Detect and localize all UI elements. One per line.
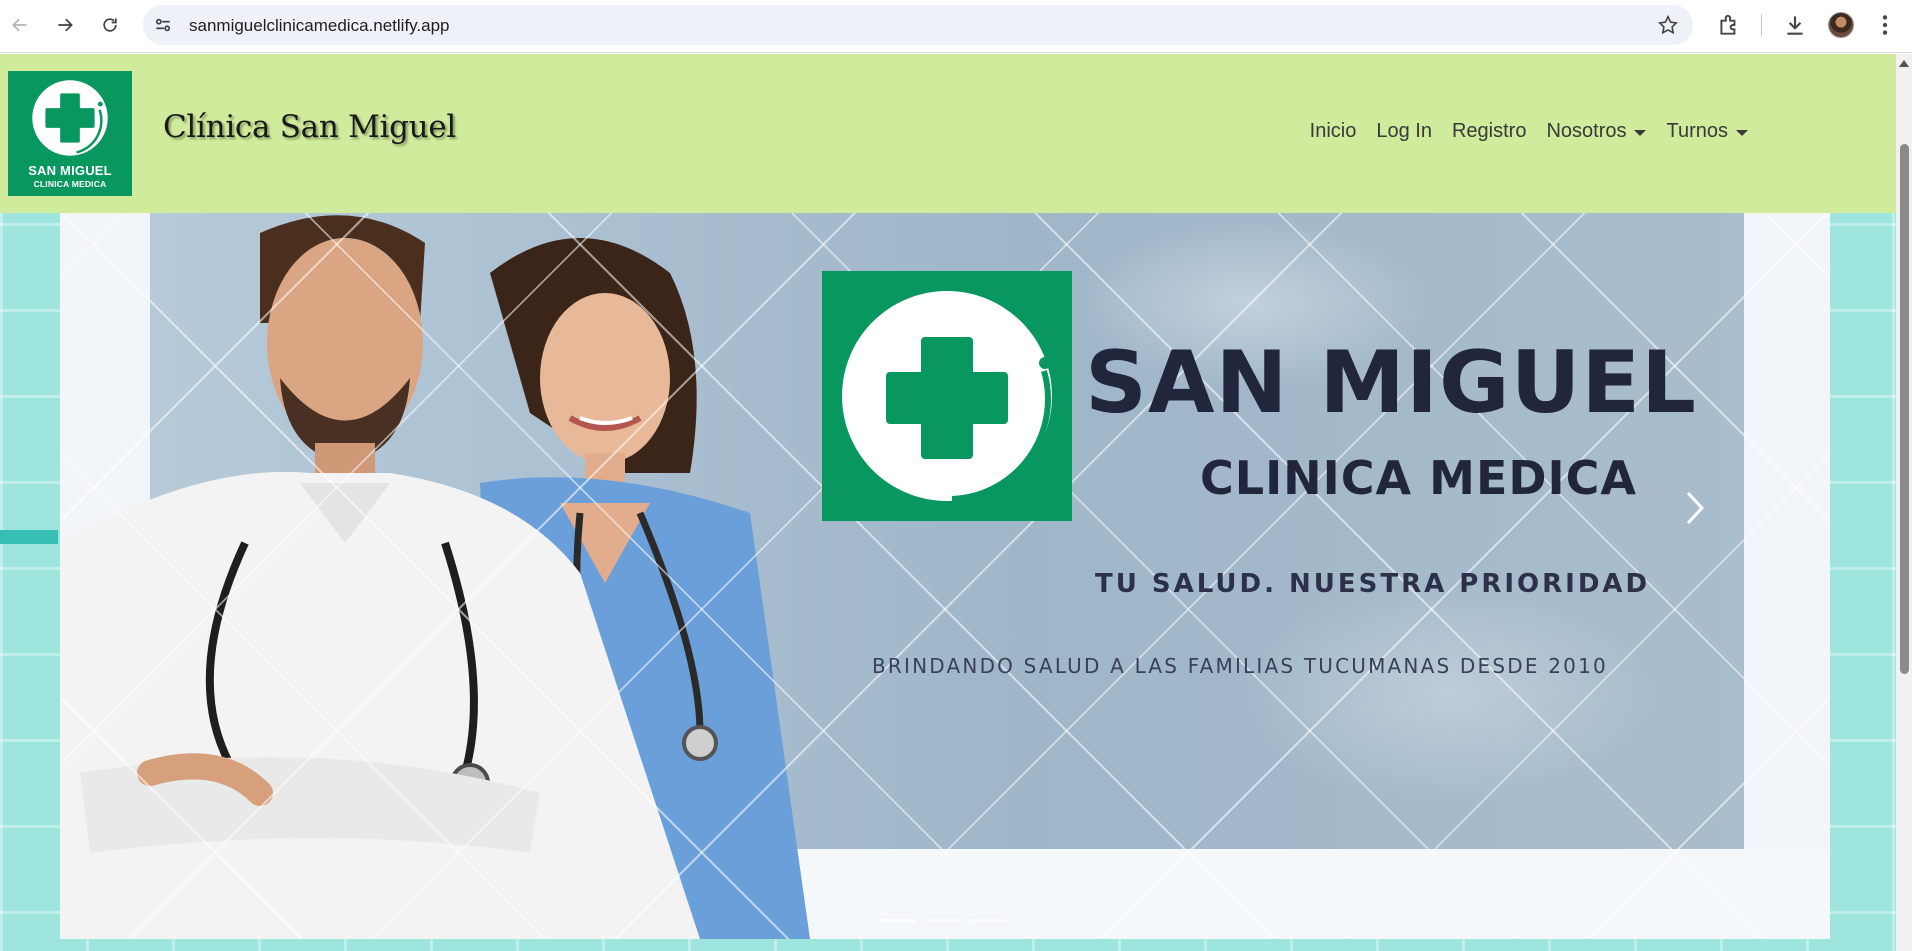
nav-login[interactable]: Log In <box>1376 120 1432 143</box>
caret-down-icon <box>1736 129 1748 136</box>
nav-nosotros-label: Nosotros <box>1546 120 1627 142</box>
scroll-thumb[interactable] <box>1900 144 1909 674</box>
reload-icon[interactable] <box>94 9 126 41</box>
doctors-photo <box>60 215 810 939</box>
medical-cross-icon <box>32 80 108 156</box>
nav-inicio[interactable]: Inicio <box>1310 120 1357 143</box>
slide-subtitle: CLINICA MEDICA <box>1200 451 1638 505</box>
nav-inicio-label: Inicio <box>1309 120 1357 142</box>
site-navbar: SAN MIGUEL CLINICA MEDICA Clínica San Mi… <box>0 54 1896 213</box>
medical-cross-icon <box>842 291 1052 502</box>
url-text[interactable]: sanmiguelclinicamedica.netlify.app <box>189 16 450 36</box>
carousel-indicator-3[interactable] <box>970 919 1007 922</box>
clinic-logo[interactable]: SAN MIGUEL CLINICA MEDICA <box>8 71 132 196</box>
nav-turnos-label: Turnos <box>1666 120 1728 142</box>
site-info-icon[interactable] <box>153 15 173 35</box>
page-scrollbar[interactable] <box>1896 54 1912 951</box>
hero-carousel[interactable]: SAN MIGUEL CLINICA MEDICA TU SALUD. NUES… <box>60 213 1830 939</box>
carousel-indicators <box>880 919 1007 922</box>
carousel-indicator-1[interactable] <box>880 919 917 922</box>
profile-avatar[interactable] <box>1828 12 1854 38</box>
logo-name: SAN MIGUEL <box>28 163 112 178</box>
chevron-right-icon[interactable] <box>1680 483 1710 533</box>
carousel-indicator-2[interactable] <box>925 919 962 922</box>
browser-toolbar: sanmiguelclinicamedica.netlify.app <box>0 0 1912 53</box>
forward-arrow-icon[interactable] <box>49 9 81 41</box>
logo-subtitle: CLINICA MEDICA <box>33 179 107 189</box>
nav-turnos-dropdown[interactable]: Turnos <box>1666 120 1748 143</box>
bookmark-star-icon[interactable] <box>1657 14 1679 36</box>
slide-logo <box>822 271 1072 521</box>
nav-registro[interactable]: Registro <box>1452 120 1526 143</box>
site-brand-title[interactable]: Clínica San Miguel <box>163 109 456 145</box>
more-menu-icon[interactable] <box>1872 12 1898 38</box>
slide-since-text: BRINDANDO SALUD A LAS FAMILIAS TUCUMANAS… <box>872 654 1608 678</box>
address-bar[interactable]: sanmiguelclinicamedica.netlify.app <box>143 5 1693 45</box>
toolbar-divider <box>1761 14 1762 36</box>
download-icon[interactable] <box>1782 12 1808 38</box>
slide-tagline: TU SALUD. NUESTRA PRIORIDAD <box>1095 569 1651 599</box>
caret-down-icon <box>1634 129 1647 136</box>
extensions-icon[interactable] <box>1716 12 1742 38</box>
slide-title: SAN MIGUEL <box>1085 333 1697 433</box>
scroll-up-arrow-icon[interactable] <box>1899 60 1909 67</box>
nav-nosotros-dropdown[interactable]: Nosotros <box>1546 120 1647 143</box>
main-nav: Inicio Log In Registro Nosotros Turnos <box>1310 120 1748 143</box>
nav-login-label: Log In <box>1376 120 1432 142</box>
nav-registro-label: Registro <box>1451 120 1527 142</box>
decorative-strip <box>0 530 58 544</box>
page-viewport: SAN MIGUEL CLINICA MEDICA Clínica San Mi… <box>0 54 1896 951</box>
back-arrow-icon[interactable] <box>4 9 36 41</box>
